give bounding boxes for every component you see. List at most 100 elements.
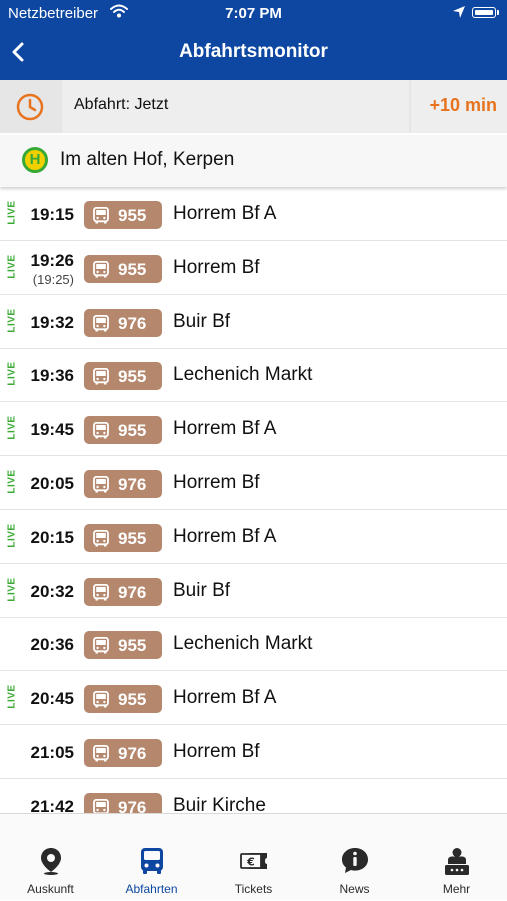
line-number: 955 [118, 636, 146, 656]
line-badge: 955 [84, 524, 162, 552]
live-label: LIVE [7, 412, 18, 444]
departure-time-field[interactable]: Abfahrt: Jetzt [62, 80, 409, 133]
line-number: 976 [118, 798, 146, 813]
departure-time: 19:32 [18, 313, 74, 333]
line-badge: 955 [84, 362, 162, 390]
tab-tickets[interactable]: € Tickets [203, 814, 304, 901]
departure-row[interactable]: LIVE19:36 955 Lechenich Markt [0, 349, 507, 402]
bus-icon [93, 530, 109, 547]
line-badge: 976 [84, 578, 162, 606]
line-badge: 976 [84, 309, 162, 337]
line-number: 976 [118, 314, 146, 334]
clock-icon [15, 92, 45, 122]
line-badge: 955 [84, 685, 162, 713]
departure-row[interactable]: LIVE19:15 955 Horrem Bf A [0, 188, 507, 241]
scheduled-time: (19:25) [18, 272, 74, 287]
line-number: 955 [118, 206, 146, 226]
departure-row[interactable]: 21:05976Horrem Bf [0, 726, 507, 779]
clock-button[interactable] [0, 80, 60, 133]
live-label: LIVE [7, 573, 18, 605]
svg-text:€: € [246, 856, 255, 869]
departure-time: 19:45 [18, 420, 74, 440]
plus-ten-min-button[interactable]: +10 min [411, 80, 507, 133]
destination: Lechenich Markt [173, 364, 312, 386]
line-number: 955 [118, 690, 146, 710]
departure-time: 21:05 [18, 743, 74, 763]
tab-mehr[interactable]: Mehr [406, 814, 507, 901]
departures-list[interactable]: LIVE19:15955Horrem Bf ALIVE19:26(19:25)9… [0, 188, 507, 813]
battery-tip [497, 10, 499, 15]
bus-icon [93, 691, 109, 708]
departure-time-label: Abfahrt: Jetzt [74, 96, 168, 114]
departure-row[interactable]: LIVE20:45 955 Horrem Bf A [0, 672, 507, 725]
tab-label: Abfahrten [101, 882, 202, 896]
bus-icon [93, 476, 109, 493]
departure-time: 19:15 [18, 205, 74, 225]
bus-icon [93, 315, 109, 332]
live-label: LIVE [7, 358, 18, 390]
person-more-icon [442, 846, 472, 876]
tab-label: Mehr [406, 882, 507, 896]
tab-news[interactable]: News [304, 814, 405, 901]
bus-icon [93, 584, 109, 601]
tab-abfahrten[interactable]: Abfahrten [101, 814, 202, 901]
station-header[interactable]: H Im alten Hof, Kerpen [0, 135, 507, 187]
live-label: LIVE [7, 681, 18, 713]
bus-stop-letter: H [25, 150, 45, 170]
line-badge: 976 [84, 470, 162, 498]
line-badge: 955 [84, 631, 162, 659]
line-number: 955 [118, 367, 146, 387]
departure-row[interactable]: 21:42 976 Buir Kirche [0, 780, 507, 813]
departure-row[interactable]: LIVE20:15955Horrem Bf A [0, 511, 507, 564]
departure-time: 19:36 [18, 366, 74, 386]
line-number: 976 [118, 583, 146, 603]
line-badge: 955 [84, 416, 162, 444]
destination: Horrem Bf [173, 472, 260, 494]
tab-auskunft[interactable]: Auskunft [0, 814, 101, 901]
bus-icon [137, 846, 167, 876]
departure-row[interactable]: LIVE19:26(19:25)955Horrem Bf [0, 242, 507, 295]
bus-icon [93, 799, 109, 813]
tab-label: Auskunft [0, 882, 101, 896]
departure-time: 20:15 [18, 528, 74, 548]
line-number: 955 [118, 260, 146, 280]
bus-icon [93, 207, 109, 224]
bus-icon [93, 422, 109, 439]
line-badge: 955 [84, 201, 162, 229]
bus-icon [93, 368, 109, 385]
line-number: 976 [118, 475, 146, 495]
departure-time: 20:45 [18, 689, 74, 709]
bus-icon [93, 261, 109, 278]
bus-icon [93, 637, 109, 654]
line-number: 955 [118, 529, 146, 549]
destination: Lechenich Markt [173, 633, 312, 655]
live-label: LIVE [7, 304, 18, 336]
destination: Buir Kirche [173, 795, 266, 813]
departure-row[interactable]: LIVE20:05976Horrem Bf [0, 457, 507, 510]
station-name: Im alten Hof, Kerpen [60, 149, 234, 171]
tab-label: Tickets [203, 882, 304, 896]
departure-time: 20:32 [18, 582, 74, 602]
live-label: LIVE [7, 250, 18, 282]
departure-time: 21:42 [18, 797, 74, 813]
bus-stop-icon: H [22, 147, 48, 173]
plus-ten-min-label: +10 min [429, 95, 497, 116]
destination: Horrem Bf A [173, 203, 276, 225]
departure-row[interactable]: LIVE19:32976Buir Bf [0, 296, 507, 349]
bus-icon [93, 745, 109, 762]
destination: Horrem Bf [173, 257, 260, 279]
line-number: 955 [118, 421, 146, 441]
battery-icon [472, 7, 496, 18]
destination: Horrem Bf A [173, 418, 276, 440]
news-bubble-icon [340, 846, 370, 876]
departure-row[interactable]: LIVE19:45 955 Horrem Bf A [0, 403, 507, 456]
departure-time: 20:05 [18, 474, 74, 494]
live-label: LIVE [7, 197, 18, 229]
line-badge: 976 [84, 793, 162, 813]
top-bar: Netzbetreiber 7:07 PM Abfahrtsmonitor [0, 0, 507, 80]
location-arrow-icon [452, 5, 466, 19]
destination: Horrem Bf A [173, 687, 276, 709]
departure-row[interactable]: 20:36955Lechenich Markt [0, 618, 507, 671]
departure-row[interactable]: LIVE20:32976Buir Bf [0, 565, 507, 618]
line-number: 976 [118, 744, 146, 764]
